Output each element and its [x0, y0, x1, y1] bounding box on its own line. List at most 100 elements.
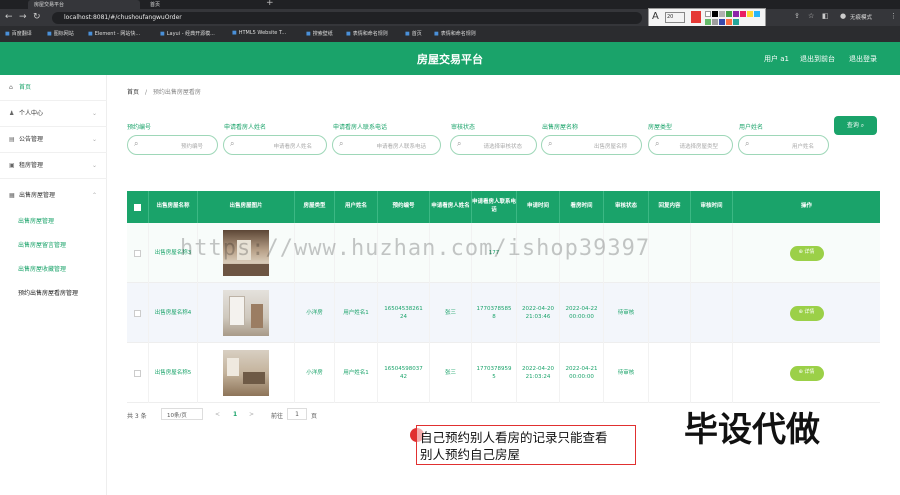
- user-name-input[interactable]: 用户姓名: [738, 135, 829, 155]
- bookmark-item[interactable]: 百度翻译: [5, 30, 32, 37]
- color-swatch[interactable]: [719, 19, 725, 25]
- share-icon[interactable]: ⇪: [794, 12, 800, 20]
- goto-page-input[interactable]: 1: [287, 408, 307, 420]
- house-type-cell: 小洋房: [295, 343, 335, 403]
- status-cell: 待审核: [604, 343, 649, 403]
- detail-button[interactable]: ⊕ 详情: [789, 365, 824, 381]
- back-icon[interactable]: ←: [5, 12, 13, 22]
- filter-label: 申请看房人姓名: [224, 124, 267, 131]
- order-number-text: 1650459803742: [384, 365, 423, 380]
- url-input[interactable]: localhost:8081/#/chushoufangwuOrder: [52, 12, 642, 24]
- bookmarks-bar: 百度翻译 图标网站 Element - 网站快... Layui - 经典开源模…: [0, 26, 900, 42]
- search-button-label: 查询: [846, 122, 859, 129]
- phone-text: 17703789595: [476, 365, 512, 380]
- color-swatch[interactable]: [733, 11, 739, 17]
- detail-button[interactable]: ⊕ 详情: [789, 245, 824, 261]
- user-icon: ♟: [9, 110, 15, 117]
- applicant-phone-input[interactable]: 申请看房人联系电话: [332, 135, 441, 155]
- bookmark-item[interactable]: 搜索壁纸: [306, 30, 333, 37]
- home-icon: ⌂: [9, 84, 13, 91]
- phone-cell: 17703789595: [472, 343, 517, 403]
- detail-button[interactable]: ⊕ 详情: [789, 305, 824, 321]
- color-swatch[interactable]: [691, 11, 701, 23]
- sidebar-item-label: 个人中心: [19, 110, 44, 117]
- logout-link[interactable]: 退出登录: [849, 54, 877, 64]
- sidebar-subitem-active[interactable]: 预约出售房屋看房管理: [0, 288, 107, 297]
- reload-icon[interactable]: ↻: [33, 12, 41, 22]
- bookmark-item[interactable]: 首页: [405, 30, 422, 37]
- browser-toolbar-right: ⇪ ☆ ◧ ● 无痕模式 ⋮: [766, 9, 900, 26]
- back-to-front-link[interactable]: 退出到前台: [800, 54, 835, 64]
- bookmark-item[interactable]: HTML5 Website T...: [232, 30, 286, 36]
- column-header: 申请看房人联系电话: [472, 191, 517, 223]
- filter-label: 申请看房人联系电话: [333, 124, 388, 131]
- sidebar-item-label: 出售房屋管理: [19, 192, 56, 199]
- audit-time-cell: [691, 223, 733, 283]
- browser-tab[interactable]: 首页: [144, 0, 254, 9]
- filter-label: 房屋类型: [648, 124, 673, 131]
- audit-status-select[interactable]: 请选择审核状态: [450, 135, 537, 155]
- photo-furniture: [243, 372, 265, 384]
- breadcrumb-home[interactable]: 首页: [127, 89, 139, 96]
- sidebar-subitem[interactable]: 出售房屋收藏管理: [0, 264, 107, 273]
- bookmark-item[interactable]: 表情和命名规则: [346, 30, 388, 37]
- applicant-cell: 张三: [430, 283, 472, 343]
- action-cell: ⊕ 详情: [733, 343, 880, 403]
- row-checkbox-cell: [127, 283, 149, 343]
- next-page-button[interactable]: >: [249, 411, 254, 418]
- column-header: 出售房屋图片: [198, 191, 295, 223]
- search-button[interactable]: 查询 ⌕: [834, 116, 877, 135]
- applicant-cell: 张三: [430, 343, 472, 403]
- color-swatch[interactable]: [733, 19, 739, 25]
- profile-label[interactable]: 无痕模式: [850, 13, 872, 21]
- overlay-caption: 毕设代做: [684, 410, 820, 450]
- color-swatch[interactable]: [726, 11, 732, 17]
- row-checkbox[interactable]: [134, 369, 141, 377]
- color-swatch[interactable]: [705, 11, 711, 17]
- bookmark-item[interactable]: Layui - 经典开源模...: [160, 30, 215, 37]
- color-swatch[interactable]: [712, 11, 718, 17]
- color-swatch[interactable]: [754, 11, 760, 17]
- bookmark-item[interactable]: 图标网站: [47, 30, 74, 37]
- bookmark-star-icon[interactable]: ☆: [808, 12, 814, 20]
- row-checkbox[interactable]: [134, 249, 141, 257]
- browser-tab-active[interactable]: 房屋交易平台: [28, 0, 140, 9]
- house-name-input[interactable]: 出售房屋名称: [541, 135, 642, 155]
- select-all-checkbox[interactable]: [134, 203, 141, 211]
- forward-icon[interactable]: →: [19, 12, 27, 22]
- detail-label: 详情: [804, 309, 815, 316]
- extensions-icon[interactable]: ◧: [822, 12, 829, 20]
- column-header: 看房时间: [560, 191, 604, 223]
- sidebar-item-sale[interactable]: ▦ 出售房屋管理 ⌃: [0, 183, 107, 209]
- page-number[interactable]: 1: [233, 411, 237, 418]
- text-tool-icon[interactable]: A: [652, 11, 659, 22]
- color-swatch[interactable]: [712, 19, 718, 25]
- house-photo: [223, 290, 269, 336]
- color-swatch[interactable]: [740, 11, 746, 17]
- new-tab-icon[interactable]: +: [266, 0, 274, 8]
- bookmark-item[interactable]: Element - 网站快...: [88, 30, 140, 37]
- sidebar-item-profile[interactable]: ♟ 个人中心 ⌄: [0, 101, 107, 127]
- menu-icon[interactable]: ⋮: [890, 12, 897, 20]
- row-checkbox[interactable]: [134, 309, 141, 317]
- color-swatch[interactable]: [726, 19, 732, 25]
- audit-time-cell: [691, 343, 733, 403]
- color-swatch[interactable]: [747, 11, 753, 17]
- sidebar-item-home[interactable]: ⌂ 首页: [0, 75, 107, 101]
- color-swatch[interactable]: [705, 19, 711, 25]
- prev-page-button[interactable]: <: [215, 411, 220, 418]
- visit-time-cell: 2022-04-21 00:00:00: [560, 343, 604, 403]
- sidebar-subitem[interactable]: 出售房屋留言管理: [0, 240, 107, 249]
- applicant-name-input[interactable]: 申请看房人姓名: [223, 135, 327, 155]
- column-header: 出售房屋名称: [149, 191, 198, 223]
- sidebar-subitem[interactable]: 出售房屋管理: [0, 216, 107, 225]
- sidebar-item-rent[interactable]: ▣ 租房管理 ⌄: [0, 153, 107, 179]
- photo-window: [227, 358, 239, 376]
- font-size-select[interactable]: 20: [665, 12, 685, 23]
- bookmark-item[interactable]: 表情和命名规则: [434, 30, 476, 37]
- color-swatch[interactable]: [719, 11, 725, 17]
- sidebar-item-notice[interactable]: ▤ 公告管理 ⌄: [0, 127, 107, 153]
- house-type-select[interactable]: 请选择房屋类型: [648, 135, 733, 155]
- order-number-input[interactable]: 预约编号: [127, 135, 218, 155]
- page-size-select[interactable]: 10条/页: [161, 408, 203, 420]
